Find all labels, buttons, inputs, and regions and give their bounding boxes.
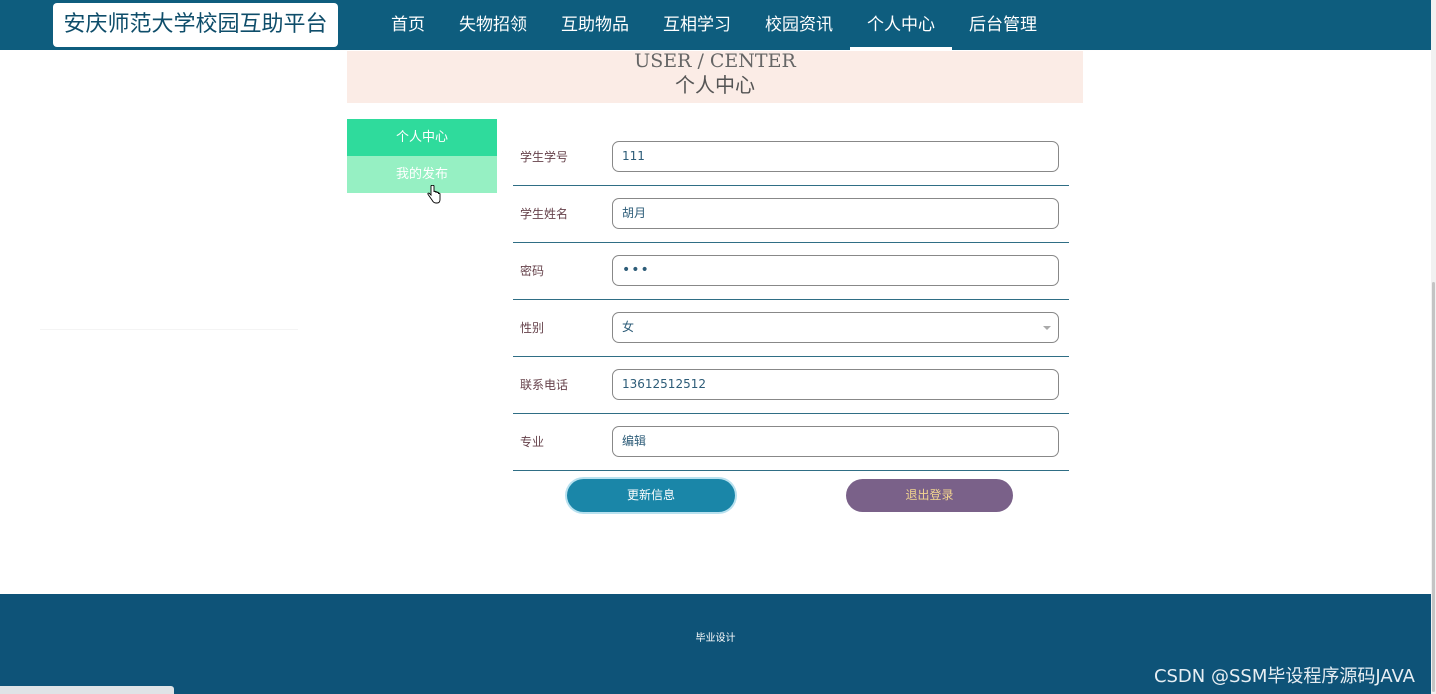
user-info-form: 学生学号 111 学生姓名 胡月 密码 ••• 性别 女 联系电话 136125… — [513, 130, 1069, 472]
page-footer: 毕业设计 CSDN @SSM毕设程序源码JAVA — [0, 594, 1431, 694]
nav-home[interactable]: 首页 — [374, 0, 442, 50]
page-banner: USER / CENTER 个人中心 — [347, 51, 1083, 103]
divider — [40, 329, 298, 330]
phone-input[interactable]: 13612512512 — [612, 369, 1059, 400]
form-row-student-name: 学生姓名 胡月 — [513, 187, 1069, 243]
password-label: 密码 — [520, 264, 545, 278]
browser-status-bar — [0, 686, 174, 694]
student-name-label: 学生姓名 — [520, 207, 569, 221]
watermark: CSDN @SSM毕设程序源码JAVA — [1153, 666, 1415, 687]
major-input[interactable]: 编辑 — [612, 426, 1059, 457]
form-row-gender: 性别 女 — [513, 301, 1069, 357]
banner-title-en: USER / CENTER — [634, 50, 796, 72]
gender-label: 性别 — [520, 321, 545, 335]
password-input[interactable]: ••• — [612, 255, 1059, 286]
nav-mutual-items[interactable]: 互助物品 — [544, 0, 646, 50]
nav-admin[interactable]: 后台管理 — [952, 0, 1054, 50]
side-menu: 个人中心 我的发布 — [347, 119, 497, 193]
major-label: 专业 — [520, 435, 545, 449]
main-nav: 首页 失物招领 互助物品 互相学习 校园资讯 个人中心 后台管理 — [374, 0, 1054, 50]
password-mask: ••• — [622, 262, 650, 278]
hand-cursor-icon — [427, 185, 441, 204]
nav-lost-found[interactable]: 失物招领 — [442, 0, 544, 50]
form-row-password: 密码 ••• — [513, 244, 1069, 300]
form-row-phone: 联系电话 13612512512 — [513, 358, 1069, 414]
form-row-major: 专业 编辑 — [513, 415, 1069, 471]
student-name-input[interactable]: 胡月 — [612, 198, 1059, 229]
student-id-label: 学生学号 — [520, 150, 569, 164]
site-logo[interactable]: 安庆师范大学校园互助平台 — [53, 3, 338, 47]
side-item-my-posts[interactable]: 我的发布 — [347, 156, 497, 193]
side-item-user-center[interactable]: 个人中心 — [347, 119, 497, 156]
scrollbar-thumb[interactable] — [1432, 282, 1435, 692]
phone-label: 联系电话 — [520, 378, 569, 392]
logout-button[interactable]: 退出登录 — [846, 479, 1013, 512]
form-row-student-id: 学生学号 111 — [513, 130, 1069, 186]
nav-user-center[interactable]: 个人中心 — [850, 0, 952, 50]
update-info-button[interactable]: 更新信息 — [567, 479, 735, 512]
gender-select[interactable]: 女 — [612, 312, 1059, 343]
nav-campus-news[interactable]: 校园资讯 — [748, 0, 850, 50]
footer-text: 毕业设计 — [695, 633, 736, 644]
nav-mutual-learning[interactable]: 互相学习 — [646, 0, 748, 50]
banner-title-cn: 个人中心 — [675, 73, 755, 97]
student-id-input[interactable]: 111 — [612, 141, 1059, 172]
top-navbar: 安庆师范大学校园互助平台 首页 失物招领 互助物品 互相学习 校园资讯 个人中心… — [0, 0, 1431, 50]
